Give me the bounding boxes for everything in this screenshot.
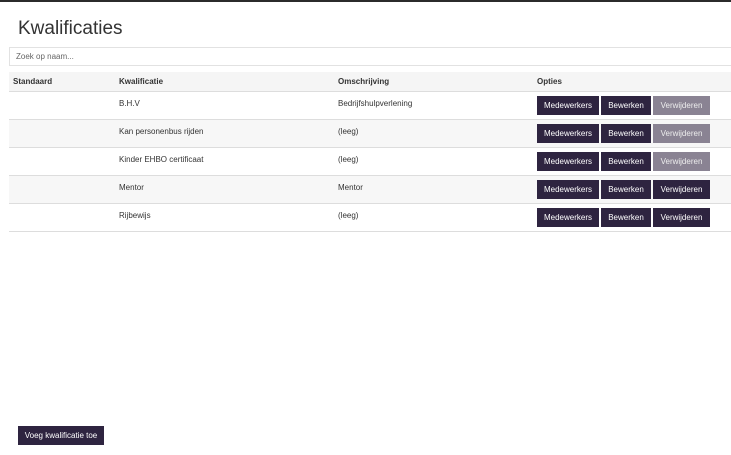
cell-kwalificatie: Rijbewijs [119,211,151,220]
cell-kwalificatie: Mentor [119,183,144,192]
table-header: Standaard Kwalificatie Omschrijving Opti… [9,72,731,92]
edit-button[interactable]: Bewerken [601,152,651,171]
top-border [0,0,731,2]
delete-button[interactable]: Verwijderen [653,180,710,199]
cell-kwalificatie: Kan personenbus rijden [119,127,204,136]
qualifications-table: Standaard Kwalificatie Omschrijving Opti… [9,72,731,232]
employees-button[interactable]: Medewerkers [537,124,599,143]
edit-button[interactable]: Bewerken [601,124,651,143]
employees-button[interactable]: Medewerkers [537,208,599,227]
edit-button[interactable]: Bewerken [601,208,651,227]
delete-button: Verwijderen [653,152,710,171]
cell-omschrijving: Mentor [338,183,363,192]
row-options: Medewerkers Bewerken Verwijderen [537,148,731,171]
cell-kwalificatie: Kinder EHBO certificaat [119,155,204,164]
search-input[interactable] [9,47,731,66]
delete-button: Verwijderen [653,124,710,143]
table-row: Kinder EHBO certificaat (leeg) Medewerke… [9,148,731,176]
employees-button[interactable]: Medewerkers [537,96,599,115]
table-row: Mentor Mentor Medewerkers Bewerken Verwi… [9,176,731,204]
cell-standaard [9,176,119,183]
cell-standaard [9,92,119,99]
table-row: Kan personenbus rijden (leeg) Medewerker… [9,120,731,148]
cell-omschrijving: (leeg) [338,127,359,136]
cell-omschrijving: (leeg) [338,211,359,220]
table-row: Rijbewijs (leeg) Medewerkers Bewerken Ve… [9,204,731,232]
header-standaard[interactable]: Standaard [9,77,119,86]
header-omschrijving[interactable]: Omschrijving [338,77,537,86]
edit-button[interactable]: Bewerken [601,96,651,115]
row-options: Medewerkers Bewerken Verwijderen [537,120,731,143]
employees-button[interactable]: Medewerkers [537,180,599,199]
cell-kwalificatie: B.H.V [119,99,140,108]
table-row: B.H.V Bedrijfshulpverlening Medewerkers … [9,92,731,120]
row-options: Medewerkers Bewerken Verwijderen [537,176,731,199]
page-title: Kwalificaties [18,18,123,39]
add-qualification-button[interactable]: Voeg kwalificatie toe [18,426,104,445]
header-opties: Opties [537,77,562,86]
row-options: Medewerkers Bewerken Verwijderen [537,204,731,227]
cell-standaard [9,120,119,127]
cell-omschrijving: (leeg) [338,155,359,164]
edit-button[interactable]: Bewerken [601,180,651,199]
delete-button[interactable]: Verwijderen [653,208,710,227]
row-options: Medewerkers Bewerken Verwijderen [537,92,731,115]
employees-button[interactable]: Medewerkers [537,152,599,171]
header-kwalificatie[interactable]: Kwalificatie [119,77,338,86]
cell-standaard [9,204,119,211]
cell-standaard [9,148,119,155]
delete-button: Verwijderen [653,96,710,115]
cell-omschrijving: Bedrijfshulpverlening [338,99,413,108]
